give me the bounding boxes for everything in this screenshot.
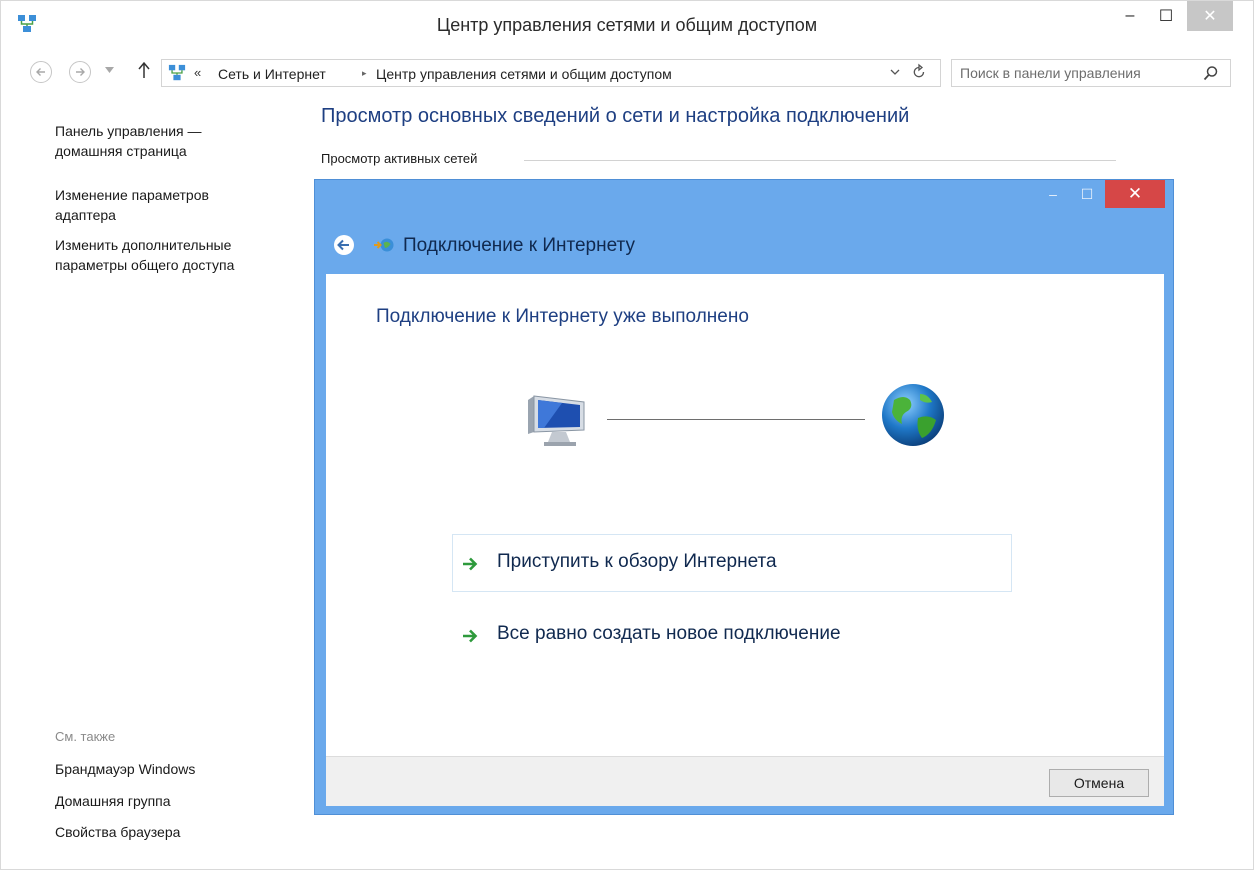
back-arrow-icon[interactable] xyxy=(333,234,355,256)
minimize-button[interactable]: – xyxy=(1113,1,1147,31)
back-button[interactable] xyxy=(30,61,52,83)
create-new-connection-label: Все равно создать новое подключение xyxy=(497,623,841,644)
dialog-minimize-button[interactable]: – xyxy=(1039,180,1067,208)
dialog-heading: Подключение к Интернету уже выполнено xyxy=(376,306,749,327)
dialog-maximize-button[interactable]: ☐ xyxy=(1073,180,1101,208)
internet-connection-icon xyxy=(374,238,394,252)
active-networks-label: Просмотр активных сетей xyxy=(321,151,478,166)
maximize-button[interactable]: ☐ xyxy=(1149,1,1183,31)
breadcrumb-network-internet[interactable]: Сеть и Интернет xyxy=(218,66,326,82)
green-arrow-icon xyxy=(463,629,478,643)
homegroup-link[interactable]: Домашняя группа xyxy=(55,793,171,809)
connect-to-internet-dialog: – ☐ ✕ Подключение к Интернету Подключени… xyxy=(314,179,1174,815)
start-browsing-option[interactable]: Приступить к обзору Интернета xyxy=(452,534,1012,592)
network-icon xyxy=(168,64,186,81)
dialog-footer: Отмена xyxy=(326,756,1164,806)
up-button[interactable] xyxy=(137,61,151,84)
browser-properties-link[interactable]: Свойства браузера xyxy=(55,824,180,840)
green-arrow-icon xyxy=(463,557,478,571)
refresh-icon xyxy=(913,63,925,78)
address-bar[interactable]: « Сеть и Интернет ▸ Центр управления сет… xyxy=(161,59,941,87)
navigation-bar: « Сеть и Интернет ▸ Центр управления сет… xyxy=(1,51,1253,93)
search-input[interactable] xyxy=(960,65,1190,81)
create-new-connection-option[interactable]: Все равно создать новое подключение xyxy=(452,606,1012,664)
forward-arrow-icon xyxy=(76,68,85,76)
refresh-button[interactable] xyxy=(912,63,926,83)
globe-icon xyxy=(882,384,944,446)
connection-line xyxy=(607,419,865,420)
dialog-content: Подключение к Интернету уже выполнено Пр… xyxy=(326,274,1164,756)
change-adapter-settings-link[interactable]: Изменение параметров адаптера xyxy=(55,185,295,225)
advanced-sharing-settings-link[interactable]: Изменить дополнительные параметры общего… xyxy=(55,235,295,275)
dialog-title: Подключение к Интернету xyxy=(403,235,635,256)
chevron-down-icon xyxy=(890,69,900,75)
breadcrumb-separator[interactable]: ▸ xyxy=(362,68,367,79)
page-title: Просмотр основных сведений о сети и наст… xyxy=(321,105,910,127)
windows-firewall-link[interactable]: Брандмауэр Windows xyxy=(55,761,195,777)
chevron-down-icon xyxy=(105,67,114,73)
see-also-title: См. также xyxy=(55,729,116,744)
window-title: Центр управления сетями и общим доступом xyxy=(436,15,818,35)
breadcrumb-network-center[interactable]: Центр управления сетями и общим доступом xyxy=(376,66,672,82)
computer-icon xyxy=(528,395,585,446)
breadcrumb-overflow[interactable]: « xyxy=(194,65,201,80)
up-arrow-icon xyxy=(138,61,150,78)
search-box[interactable] xyxy=(951,59,1231,87)
forward-button[interactable] xyxy=(69,61,91,83)
dialog-close-button[interactable]: ✕ xyxy=(1105,180,1165,208)
search-icon[interactable] xyxy=(1202,64,1220,82)
control-panel-home-link[interactable]: Панель управления — домашняя страница xyxy=(55,121,295,161)
cancel-button[interactable]: Отмена xyxy=(1049,769,1149,797)
recent-locations-dropdown[interactable] xyxy=(105,65,114,75)
address-dropdown[interactable] xyxy=(890,66,900,78)
section-divider xyxy=(524,160,1116,161)
title-bar: Центр управления сетями и общим доступом… xyxy=(1,1,1253,47)
start-browsing-label: Приступить к обзору Интернета xyxy=(497,551,777,572)
back-arrow-icon xyxy=(36,68,45,76)
close-button[interactable]: ✕ xyxy=(1187,1,1233,31)
